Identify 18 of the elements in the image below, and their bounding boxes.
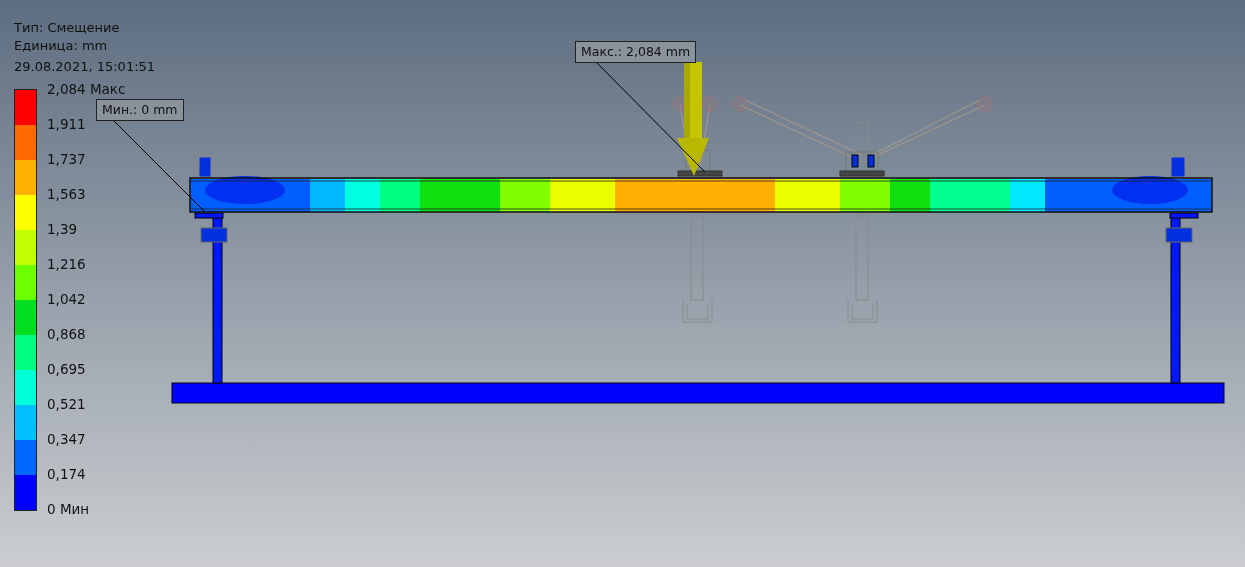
scale-value: 0,521 [47, 396, 86, 412]
scale-value: 0 Мин [47, 501, 90, 517]
scale-value: 1,911 [47, 116, 86, 132]
scale-value: 1,042 [47, 291, 86, 307]
timestamp: 29.08.2021, 15:01:51 [14, 58, 156, 76]
scale-value: 1,216 [47, 256, 86, 272]
value-callout: Макс.: 2,084 mm [575, 41, 697, 63]
scale-value: 1,39 [47, 221, 78, 237]
scale-value: 1,737 [47, 151, 86, 167]
result-type: Тип: Смещение [14, 19, 120, 37]
scale-value: 0,174 [47, 466, 86, 482]
scale-value: 2,084 Макс [47, 81, 126, 97]
scale-value: 0,695 [47, 361, 86, 377]
unit-label: Единица: mm [14, 37, 108, 55]
value-callout: Мин.: 0 mm [96, 99, 184, 121]
scale-value: 0,868 [47, 326, 86, 342]
scale-value: 0,347 [47, 431, 86, 447]
scale-value: 1,563 [47, 186, 86, 202]
